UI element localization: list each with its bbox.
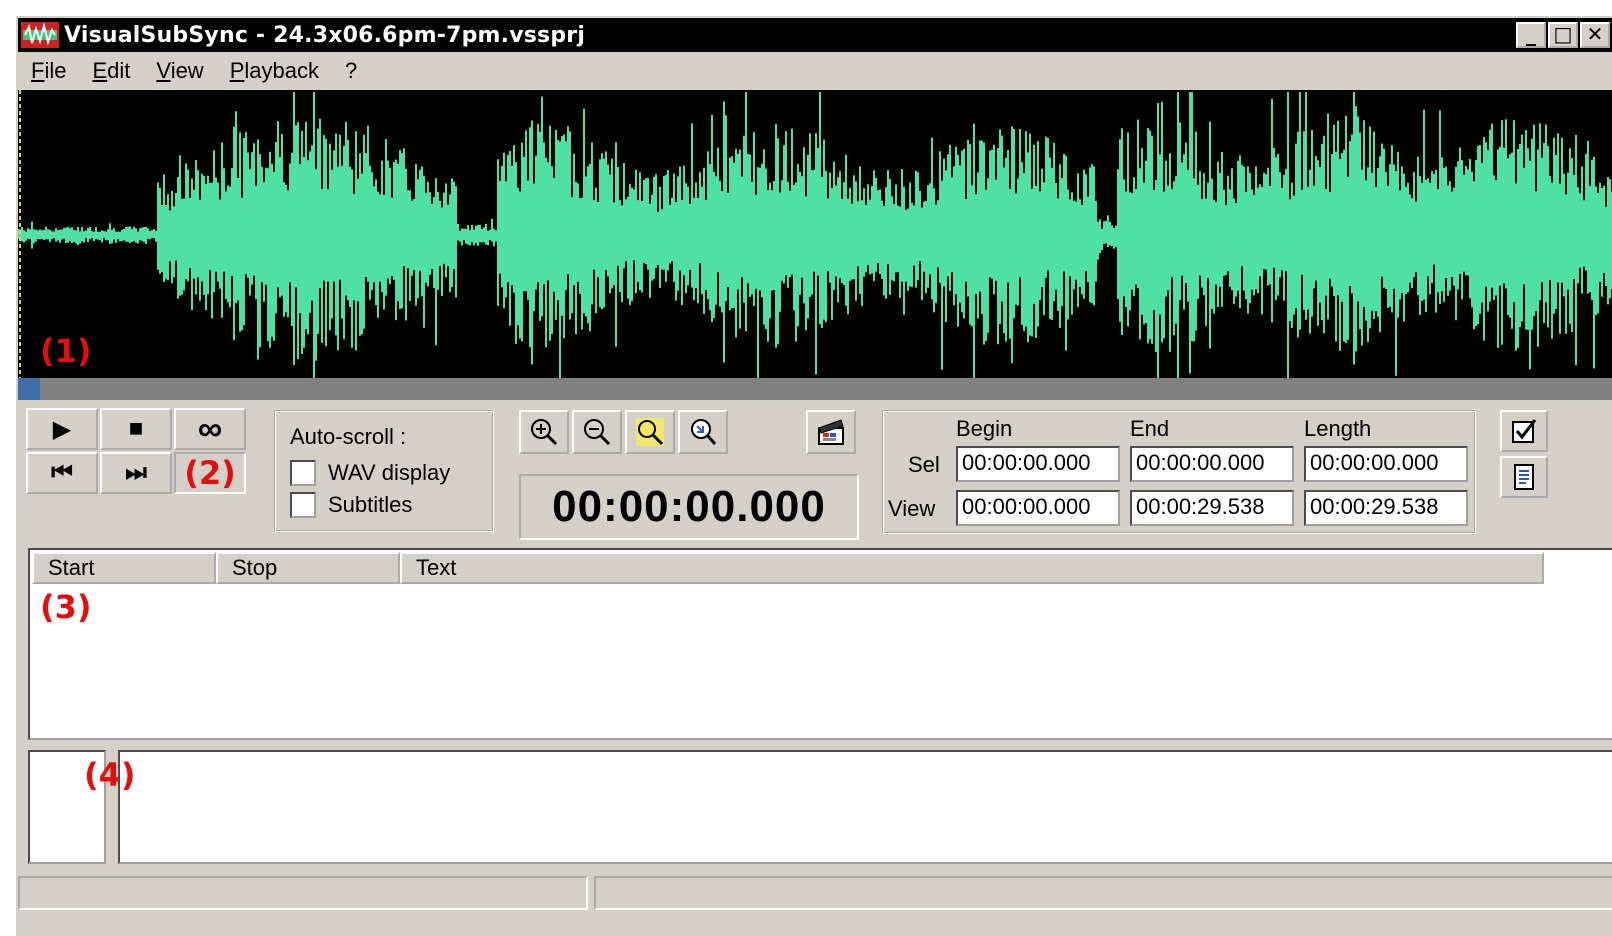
skip-forward-icon: ⏭	[125, 459, 147, 486]
subtitle-list-header: Start Stop Text	[32, 552, 1610, 584]
waveform-scrollbar[interactable]	[18, 378, 1612, 400]
menu-edit-label: dit	[107, 58, 131, 83]
status-panel-right	[594, 876, 1612, 910]
stop-icon: ■	[128, 415, 144, 442]
view-row-label: View	[888, 496, 936, 521]
marker-2: (2)	[184, 454, 236, 492]
length-header: Length	[1304, 416, 1372, 441]
marker-4: (4)	[84, 756, 136, 794]
menu-edit-mnemonic: E	[92, 58, 108, 83]
sel-end-field[interactable]: 00:00:00.000	[1130, 446, 1294, 482]
marker-1: (1)	[40, 332, 92, 370]
zoom-out-button[interactable]	[572, 410, 622, 454]
zoom-in-button[interactable]	[519, 410, 569, 454]
scroll-thumb[interactable]	[18, 378, 40, 400]
maximize-button[interactable]: □	[1548, 22, 1578, 48]
sel-row-label: Sel	[908, 452, 940, 477]
menu-file-mnemonic: F	[31, 58, 45, 83]
column-start[interactable]: Start	[32, 552, 216, 584]
title-bar[interactable]: VisualSubSync - 24.3x06.6pm-7pm.vssprj _…	[18, 18, 1612, 52]
menu-view[interactable]: View	[143, 58, 216, 84]
menu-edit[interactable]: Edit	[79, 58, 143, 84]
wav-display-label: WAV display	[328, 460, 451, 485]
play-button[interactable]: ▶	[26, 408, 98, 450]
sel-length-field[interactable]: 00:00:00.000	[1304, 446, 1468, 482]
autoscroll-group: Auto-scroll : WAV display Subtitles	[274, 410, 494, 532]
menu-view-mnemonic: V	[156, 58, 171, 83]
subtitles-checkbox-row[interactable]: Subtitles	[290, 492, 412, 518]
check-button[interactable]	[1500, 410, 1548, 452]
minimize-button[interactable]: _	[1516, 22, 1546, 48]
pressed-button[interactable]: (2)	[174, 452, 246, 494]
video-button[interactable]	[806, 410, 856, 454]
skip-back-button[interactable]: ⏮	[26, 452, 98, 494]
stop-button[interactable]: ■	[100, 408, 172, 450]
menu-help-label: ?	[344, 58, 358, 83]
end-header: End	[1130, 416, 1170, 441]
subtitles-label: Subtitles	[328, 492, 413, 517]
playback-panel: ▶ ■ ∞ ⏮ ⏭ (2)	[24, 408, 248, 504]
wav-display-checkbox-row[interactable]: WAV display	[290, 460, 450, 486]
zoom-all-icon	[691, 419, 717, 445]
view-end-field[interactable]: 00:00:29.538	[1130, 490, 1294, 526]
column-stop[interactable]: Stop	[216, 552, 400, 584]
loop-button[interactable]: ∞	[174, 408, 246, 450]
app-icon	[20, 21, 60, 49]
view-length-field[interactable]: 00:00:29.538	[1304, 490, 1468, 526]
zoom-selection-button[interactable]	[625, 410, 675, 454]
notes-button[interactable]	[1500, 456, 1548, 498]
wav-display-checkbox[interactable]	[290, 460, 316, 486]
waveform-display[interactable]: (1)	[18, 90, 1612, 380]
menu-file[interactable]: File	[18, 58, 79, 84]
status-panel-left	[18, 876, 588, 910]
skip-forward-button[interactable]: ⏭	[100, 452, 172, 494]
view-begin-field[interactable]: 00:00:00.000	[956, 490, 1120, 526]
marker-3: (3)	[40, 588, 92, 626]
clapperboard-icon	[818, 419, 844, 445]
subtitle-text-editor[interactable]	[118, 750, 1612, 864]
menu-help[interactable]: ?	[332, 58, 370, 84]
timing-group: Begin End Length Sel 00:00:00.000 00:00:…	[882, 410, 1476, 534]
loop-icon: ∞	[197, 409, 223, 448]
sel-begin-field[interactable]: 00:00:00.000	[956, 446, 1120, 482]
menu-bar: File Edit View Playback ?	[18, 54, 370, 88]
document-icon	[1514, 464, 1534, 490]
menu-playback[interactable]: Playback	[217, 58, 332, 84]
menu-file-label: ile	[44, 58, 67, 83]
menu-view-label: iew	[170, 58, 204, 83]
menu-playback-label: layback	[244, 58, 319, 83]
subtitle-list[interactable]: Start Stop Text (3)	[28, 548, 1612, 740]
checkbox-checked-icon	[1512, 419, 1537, 443]
current-time-display: 00:00:00.000	[519, 474, 859, 540]
subtitles-checkbox[interactable]	[290, 492, 316, 518]
autoscroll-label: Auto-scroll :	[290, 424, 407, 449]
menu-playback-mnemonic: P	[229, 58, 245, 83]
zoom-all-button[interactable]	[678, 410, 728, 454]
close-button[interactable]: ✕	[1580, 22, 1610, 48]
column-text[interactable]: Text	[400, 552, 1544, 584]
main-window: VisualSubSync - 24.3x06.6pm-7pm.vssprj _…	[14, 14, 1612, 936]
zoom-in-icon	[531, 419, 558, 446]
window-title: VisualSubSync - 24.3x06.6pm-7pm.vssprj	[64, 22, 586, 48]
play-icon: ▶	[52, 415, 72, 443]
begin-header: Begin	[956, 416, 1013, 441]
waveform-graph	[18, 90, 1612, 380]
skip-back-icon: ⏮	[51, 459, 73, 486]
zoom-out-icon	[584, 419, 611, 446]
zoom-selection-icon	[636, 418, 664, 446]
